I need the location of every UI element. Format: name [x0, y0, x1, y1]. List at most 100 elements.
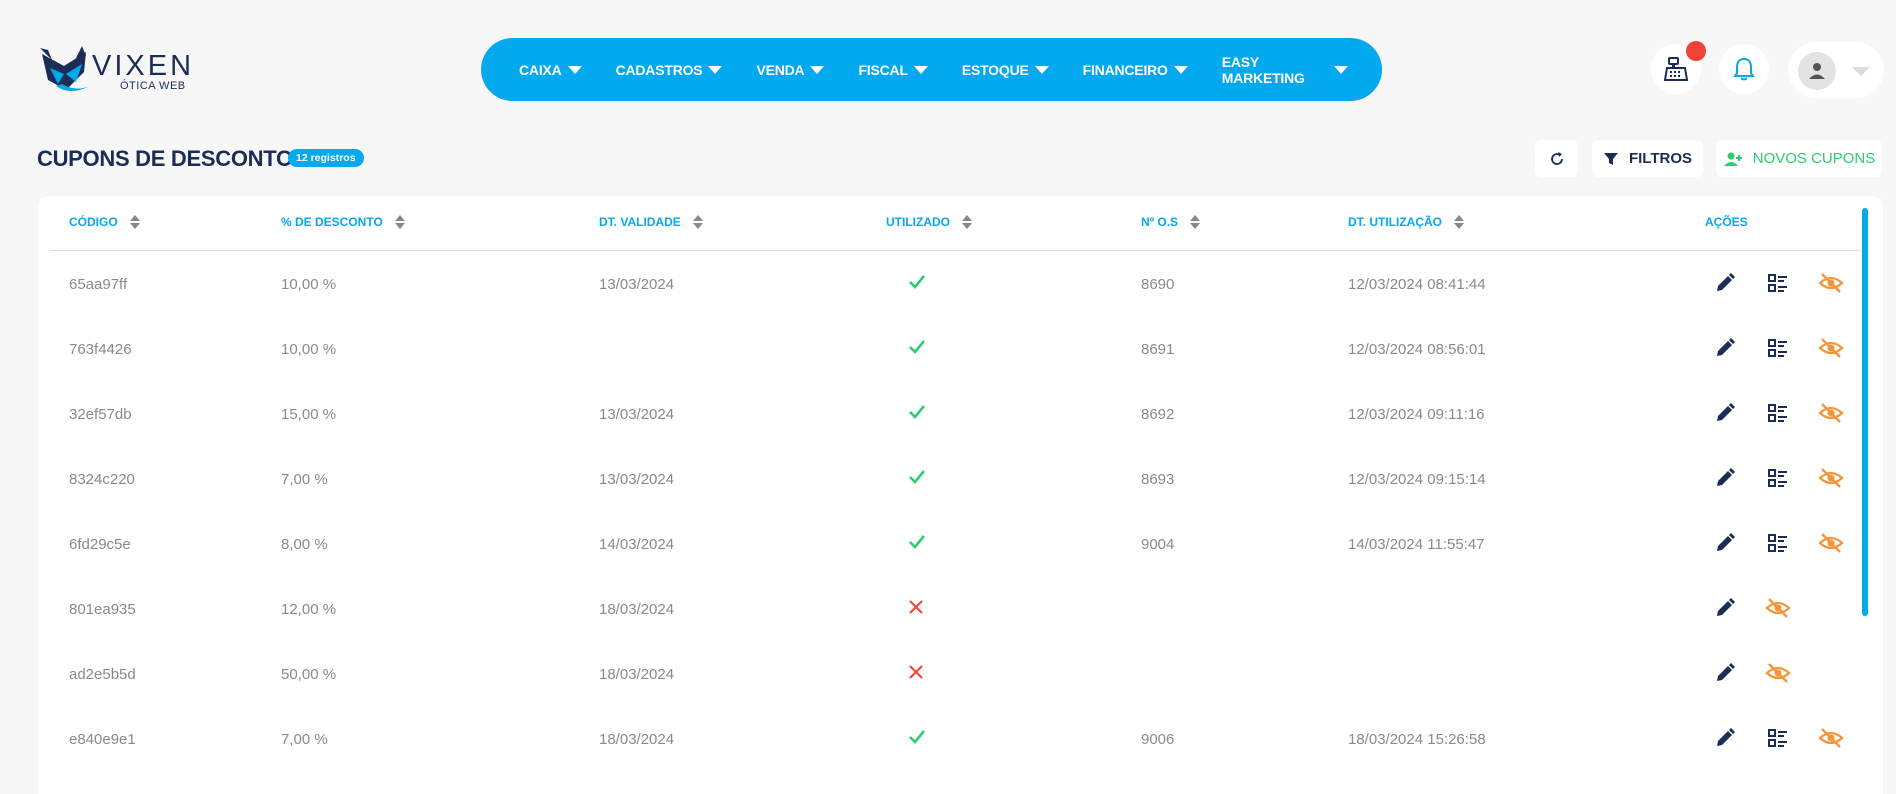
- edit-icon[interactable]: [1714, 337, 1738, 361]
- caret-down-icon: [1034, 65, 1049, 74]
- table-row[interactable]: e840e9e1 7,00 % 18/03/2024 9006 18/03/2024 1…: [0, 707, 1896, 772]
- cell-os: 8693: [1141, 471, 1175, 488]
- brand-name: VIXEN: [92, 50, 195, 82]
- check-icon: [908, 534, 926, 554]
- edit-icon[interactable]: [1714, 402, 1738, 426]
- cell-discount: 7,00 %: [281, 731, 328, 748]
- nav-cadastros[interactable]: CADASTROS: [616, 62, 723, 78]
- details-list-icon[interactable]: [1767, 727, 1791, 751]
- col-header-actions: AÇÕES: [1705, 215, 1748, 229]
- sort-icon: [129, 215, 140, 229]
- edit-icon[interactable]: [1714, 727, 1738, 751]
- nav-easy-marketing[interactable]: EASY MARKETING: [1222, 54, 1348, 86]
- caret-down-icon: [810, 65, 825, 74]
- table-row[interactable]: 32ef57db 15,00 % 13/03/2024 8692 12/03/2024 …: [0, 382, 1896, 447]
- cell-os: 9004: [1141, 536, 1175, 553]
- table-row[interactable]: 65aa97ff 10,00 % 13/03/2024 8690 12/03/2024 …: [0, 252, 1896, 317]
- cash-register-icon: [1663, 57, 1689, 81]
- header-label: DT. UTILIZAÇÃO: [1348, 215, 1442, 229]
- eye-off-icon[interactable]: [1765, 662, 1791, 686]
- user-menu[interactable]: [1788, 42, 1884, 98]
- cell-discount: 7,00 %: [281, 471, 328, 488]
- cell-discount: 12,00 %: [281, 601, 337, 618]
- cell-validity: 14/03/2024: [599, 536, 675, 553]
- notifications-button[interactable]: [1719, 44, 1769, 94]
- cell-validity: 13/03/2024: [599, 406, 675, 423]
- details-list-icon[interactable]: [1767, 467, 1791, 491]
- table-row[interactable]: 6fd29c5e 8,00 % 14/03/2024 9004 14/03/2024 1…: [0, 512, 1896, 577]
- new-coupon-button[interactable]: NOVOS CUPONS: [1716, 140, 1882, 177]
- nav-venda[interactable]: VENDA: [756, 61, 825, 78]
- header-label: Nº O.S: [1141, 215, 1179, 229]
- details-list-icon[interactable]: [1767, 337, 1791, 361]
- header-label: UTILIZADO: [886, 215, 950, 229]
- nav-label: CAIXA: [519, 61, 562, 78]
- edit-icon[interactable]: [1714, 467, 1738, 491]
- col-header-validity[interactable]: DT. VALIDADE: [599, 215, 703, 229]
- cell-used-at: 12/03/2024 09:11:16: [1348, 406, 1485, 423]
- nav-caixa[interactable]: CAIXA: [519, 62, 582, 78]
- eye-off-icon[interactable]: [1818, 467, 1844, 491]
- cell-discount: 50,00 %: [281, 666, 337, 683]
- sort-icon: [1454, 215, 1464, 229]
- table-row[interactable]: 763f4426 10,00 % 8691 12/03/2024 08:56:01: [0, 317, 1896, 382]
- col-header-used[interactable]: UTILIZADO: [886, 215, 972, 229]
- col-header-os[interactable]: Nº O.S: [1141, 215, 1201, 229]
- col-header-used-at[interactable]: DT. UTILIZAÇÃO: [1348, 215, 1464, 229]
- cell-used-at: 18/03/2024 15:26:58: [1348, 731, 1486, 748]
- eye-off-icon[interactable]: [1765, 597, 1791, 621]
- filter-label: FILTROS: [1628, 150, 1693, 167]
- bell-icon: [1733, 57, 1755, 81]
- header-label: AÇÕES: [1705, 215, 1748, 229]
- eye-off-icon[interactable]: [1818, 532, 1844, 556]
- col-header-discount[interactable]: % DE DESCONTO: [281, 215, 405, 229]
- details-list-icon[interactable]: [1767, 402, 1791, 426]
- table-row[interactable]: 8324c220 7,00 % 13/03/2024 8693 12/03/2024 0…: [0, 447, 1896, 512]
- cell-discount: 8,00 %: [281, 536, 328, 553]
- cell-os: 9006: [1141, 731, 1175, 748]
- notification-dot: [1686, 41, 1706, 61]
- caret-down-icon: [1334, 65, 1348, 74]
- check-icon: [908, 469, 926, 489]
- new-coupon-label: NOVOS CUPONS: [1752, 150, 1876, 167]
- edit-icon[interactable]: [1714, 597, 1738, 621]
- cell-validity: 18/03/2024: [599, 666, 675, 683]
- nav-label: FISCAL: [858, 61, 908, 78]
- table-row[interactable]: ad2e5b5d 50,00 % 18/03/2024: [0, 642, 1896, 707]
- nav-financeiro[interactable]: FINANCEIRO: [1083, 62, 1188, 78]
- details-list-icon[interactable]: [1767, 532, 1791, 556]
- edit-icon[interactable]: [1714, 532, 1738, 556]
- cell-code: 6fd29c5e: [69, 536, 131, 553]
- header-divider: [50, 250, 1860, 251]
- cell-validity: 13/03/2024: [599, 471, 675, 488]
- sort-icon: [1190, 215, 1201, 229]
- details-list-icon[interactable]: [1767, 272, 1791, 296]
- eye-off-icon[interactable]: [1818, 402, 1844, 426]
- sort-icon: [394, 215, 405, 229]
- filter-button[interactable]: FILTROS: [1592, 140, 1703, 177]
- nav-label: VENDA: [756, 61, 805, 78]
- eye-off-icon[interactable]: [1818, 727, 1844, 751]
- cell-validity: 18/03/2024: [599, 601, 675, 618]
- cell-discount: 15,00 %: [281, 406, 337, 423]
- cell-used-at: 12/03/2024 08:41:44: [1348, 276, 1486, 293]
- cell-used-at: 12/03/2024 08:56:01: [1348, 341, 1486, 358]
- table-row[interactable]: 801ea935 12,00 % 18/03/2024: [0, 577, 1896, 642]
- nav-estoque[interactable]: ESTOQUE: [962, 62, 1049, 78]
- cell-os: 8690: [1141, 276, 1175, 293]
- edit-icon[interactable]: [1714, 272, 1738, 296]
- close-icon: [908, 599, 924, 619]
- refresh-button[interactable]: [1535, 140, 1578, 177]
- header-label: % DE DESCONTO: [281, 215, 383, 229]
- cell-code: e840e9e1: [69, 731, 136, 748]
- eye-off-icon[interactable]: [1818, 337, 1844, 361]
- filter-icon: [1603, 152, 1618, 165]
- caret-down-icon: [567, 65, 582, 74]
- nav-fiscal[interactable]: FISCAL: [858, 61, 928, 78]
- col-header-code[interactable]: CÓDIGO: [69, 215, 140, 229]
- caret-down-icon: [1173, 65, 1188, 74]
- edit-icon[interactable]: [1714, 662, 1738, 686]
- cell-validity: 13/03/2024: [599, 276, 675, 293]
- eye-off-icon[interactable]: [1818, 272, 1844, 296]
- avatar: [1798, 52, 1836, 90]
